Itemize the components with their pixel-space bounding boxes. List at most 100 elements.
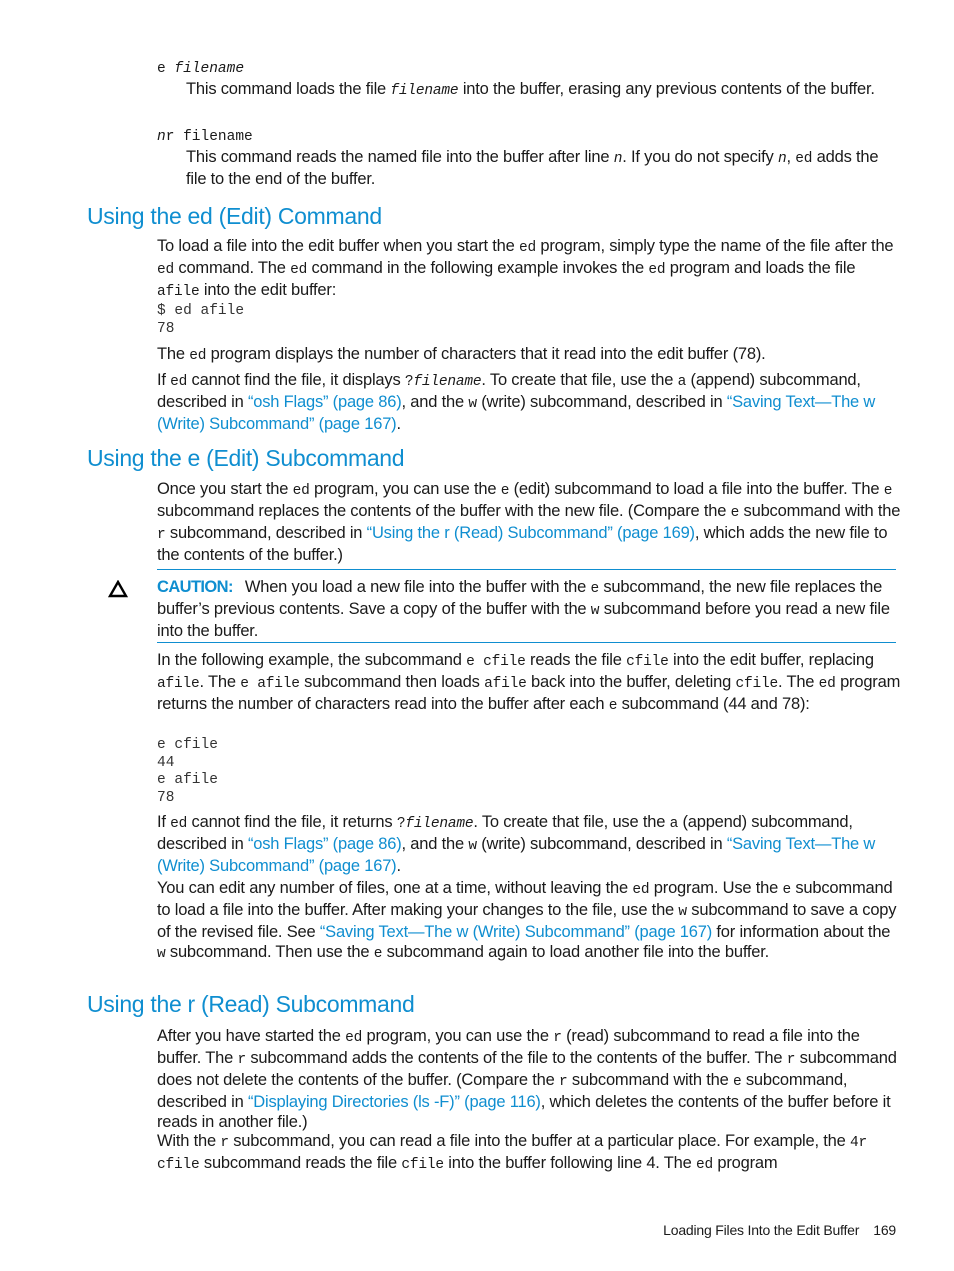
text-run: program, you can use the bbox=[309, 480, 501, 498]
paragraph: If ed cannot find the file, it displays … bbox=[157, 370, 902, 434]
code-example: e cfile 44 e afile 78 bbox=[157, 737, 218, 806]
text-run: This command loads the file bbox=[186, 80, 391, 98]
inline-code: e bbox=[500, 483, 510, 499]
inline-code: w bbox=[468, 396, 477, 412]
term-command: r filename bbox=[165, 129, 253, 145]
inline-code: w bbox=[678, 904, 687, 920]
inline-code: e bbox=[590, 581, 599, 597]
text-run: program, you can use the bbox=[362, 1027, 554, 1045]
inline-code: afile bbox=[484, 676, 527, 692]
inline-code-placeholder: filename bbox=[405, 816, 474, 832]
inline-code: a bbox=[677, 374, 687, 390]
text-run: With the bbox=[157, 1132, 221, 1150]
term-command: e bbox=[157, 61, 175, 77]
text-run: To load a file into the edit buffer when… bbox=[157, 237, 520, 255]
cross-reference-link[interactable]: “Using the r (Read) Subcommand” (page 16… bbox=[367, 524, 695, 542]
inline-code: w bbox=[157, 946, 166, 962]
inline-code: e bbox=[732, 1074, 742, 1090]
inline-code: e bbox=[608, 698, 618, 714]
definition-term-nr-filename: nr filename bbox=[157, 125, 253, 147]
term-argument: n bbox=[157, 129, 166, 145]
inline-code: afile bbox=[157, 676, 200, 692]
text-run: into the edit buffer, replacing bbox=[668, 651, 874, 669]
inline-code: ed bbox=[290, 262, 308, 278]
cross-reference-link[interactable]: “osh Flags” (page 86) bbox=[248, 835, 402, 853]
inline-code: cfile bbox=[735, 676, 778, 692]
text-run: When you load a new file into the buffer… bbox=[244, 578, 591, 596]
text-run: cannot find the file, it displays bbox=[187, 371, 405, 389]
text-run: program, simply type the name of the fil… bbox=[536, 237, 894, 255]
inline-code: r bbox=[237, 1052, 246, 1068]
inline-code: ed bbox=[170, 816, 188, 832]
page-number: 169 bbox=[873, 1222, 896, 1238]
paragraph: After you have started the ed program, y… bbox=[157, 1026, 902, 1132]
text-run: (write) subcommand, described in bbox=[476, 835, 727, 853]
text-run: If bbox=[157, 813, 171, 831]
text-run: (edit) subcommand to load a file into th… bbox=[509, 480, 884, 498]
paragraph: If ed cannot find the file, it returns ?… bbox=[157, 812, 902, 876]
text-run: cannot find the file, it returns bbox=[187, 813, 397, 831]
paragraph: In the following example, the subcommand… bbox=[157, 650, 902, 716]
text-run: subcommand, described in bbox=[165, 524, 367, 542]
text-run: . To create that file, use the bbox=[473, 813, 670, 831]
text-run: command. The bbox=[174, 259, 291, 277]
text-run: . To create that file, use the bbox=[481, 371, 678, 389]
caution-bottom-rule bbox=[157, 642, 896, 643]
inline-code: r bbox=[559, 1074, 568, 1090]
text-run: . The bbox=[777, 673, 819, 691]
cross-reference-link[interactable]: “Saving Text—The w (Write) Subcommand” (… bbox=[320, 923, 712, 941]
inline-code: e bbox=[730, 505, 740, 521]
text-run: subcommand (44 and 78): bbox=[617, 695, 810, 713]
definition-desc-e-filename: This command loads the file filename int… bbox=[186, 79, 902, 101]
text-run: subcommand. Then use the bbox=[165, 943, 374, 961]
inline-code: ed bbox=[519, 240, 537, 256]
inline-code: ed bbox=[157, 262, 175, 278]
text-run: subcommand adds the contents of the file… bbox=[246, 1049, 787, 1067]
inline-code: ed bbox=[345, 1030, 363, 1046]
text-run: program displays the number of character… bbox=[206, 345, 766, 363]
section-heading-ed-command: Using the ed (Edit) Command bbox=[87, 203, 382, 229]
text-run: If bbox=[157, 371, 171, 389]
text-run: into the edit buffer: bbox=[199, 281, 337, 299]
text-run: into the buffer, erasing any previous co… bbox=[458, 80, 875, 98]
inline-code: a bbox=[669, 816, 679, 832]
inline-code: ed bbox=[170, 374, 188, 390]
inline-code: ed bbox=[292, 483, 310, 499]
section-heading-e-subcommand: Using the e (Edit) Subcommand bbox=[87, 445, 405, 471]
caution-label: CAUTION: bbox=[157, 578, 233, 596]
paragraph: You can edit any number of files, one at… bbox=[157, 878, 902, 964]
inline-code: ed bbox=[795, 151, 813, 167]
inline-code: r bbox=[157, 527, 166, 543]
text-run: program. Use the bbox=[649, 879, 783, 897]
text-run: . bbox=[396, 415, 401, 433]
paragraph: With the r subcommand, you can read a fi… bbox=[157, 1131, 902, 1175]
caution-note: CAUTION: When you load a new file into th… bbox=[157, 577, 902, 641]
term-argument: filename bbox=[174, 61, 245, 77]
text-run: subcommand with the bbox=[567, 1071, 733, 1089]
cross-reference-link[interactable]: “osh Flags” (page 86) bbox=[248, 393, 402, 411]
text-run: . The bbox=[199, 673, 241, 691]
cross-reference-link[interactable]: “Displaying Directories (ls -F)” (page 1… bbox=[248, 1093, 541, 1111]
section-heading-r-subcommand: Using the r (Read) Subcommand bbox=[87, 991, 415, 1017]
paragraph: Once you start the ed program, you can u… bbox=[157, 479, 902, 565]
text-run: subcommand replaces the contents of the … bbox=[157, 502, 731, 520]
inline-code: e cfile bbox=[466, 654, 526, 670]
inline-code-placeholder: filename bbox=[413, 374, 482, 390]
inline-code-placeholder: n bbox=[613, 151, 623, 167]
text-run: subcommand reads the file bbox=[199, 1154, 402, 1172]
text-run: This command reads the named file into t… bbox=[186, 148, 614, 166]
inline-code: afile bbox=[157, 284, 200, 300]
text-run: subcommand with the bbox=[739, 502, 901, 520]
text-run: command in the following example invokes… bbox=[307, 259, 649, 277]
text-run: , and the bbox=[401, 393, 469, 411]
text-run: You can edit any number of files, one at… bbox=[157, 879, 633, 897]
text-run: Once you start the bbox=[157, 480, 293, 498]
inline-code: ed bbox=[632, 882, 650, 898]
inline-code: e bbox=[373, 946, 383, 962]
inline-code: cfile bbox=[626, 654, 669, 670]
inline-code: e bbox=[883, 483, 893, 499]
text-run: for information about the bbox=[712, 923, 891, 941]
definition-desc-nr-filename: This command reads the named file into t… bbox=[186, 147, 902, 189]
inline-code: e afile bbox=[240, 676, 300, 692]
definition-term-e-filename: e filename bbox=[157, 57, 244, 79]
